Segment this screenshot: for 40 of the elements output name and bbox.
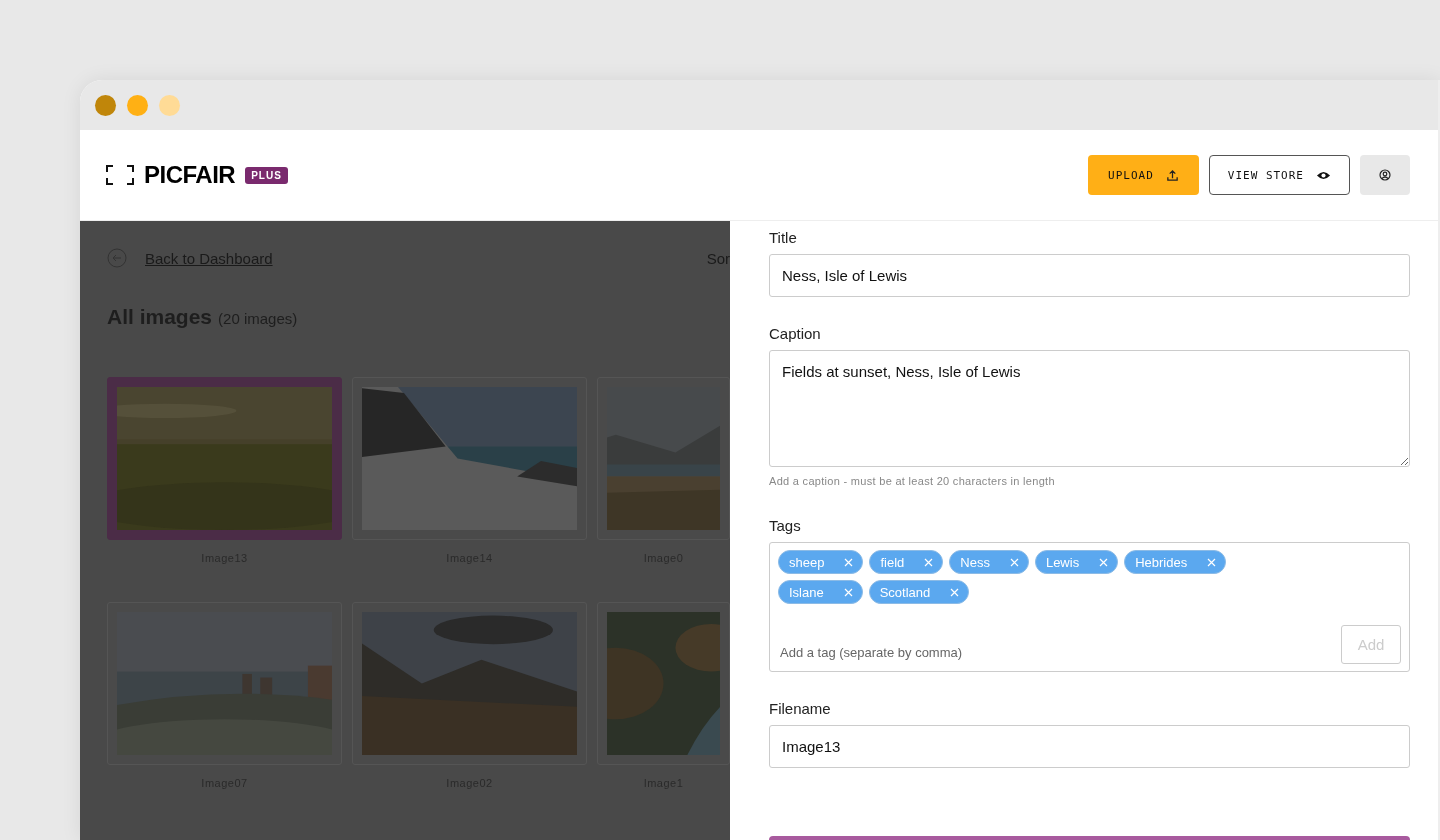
remove-icon[interactable] bbox=[1099, 557, 1109, 567]
filename-field[interactable]: Image13 bbox=[769, 725, 1410, 768]
remove-icon[interactable] bbox=[843, 587, 853, 597]
logo-icon bbox=[106, 165, 134, 185]
tag-chip[interactable]: Islane bbox=[778, 580, 863, 604]
remove-icon[interactable] bbox=[844, 557, 854, 567]
caption-field[interactable]: Fields at sunset, Ness, Isle of Lewis bbox=[769, 350, 1410, 467]
tag-chip[interactable]: field bbox=[869, 550, 944, 574]
field-label: Title bbox=[769, 229, 797, 246]
upload-button[interactable]: UPLOAD bbox=[1088, 155, 1199, 195]
tag-chip[interactable]: Scotland bbox=[868, 580, 970, 604]
remove-icon[interactable] bbox=[1009, 557, 1019, 567]
caption-hint: Add a caption - must be at least 20 characters in length bbox=[769, 475, 1055, 487]
image-card[interactable] bbox=[597, 377, 730, 540]
field-label: Tags bbox=[769, 517, 801, 534]
remove-icon[interactable] bbox=[950, 587, 960, 597]
tag-chip[interactable]: sheep bbox=[778, 550, 864, 574]
remove-icon[interactable] bbox=[1207, 557, 1217, 567]
minimize-dot[interactable] bbox=[127, 94, 148, 116]
user-icon bbox=[1379, 169, 1391, 181]
tag-chip[interactable]: Lewis bbox=[1034, 550, 1119, 574]
image-card[interactable] bbox=[107, 377, 342, 540]
title-field[interactable]: Ness, Isle of Lewis bbox=[769, 254, 1410, 297]
field-label: Caption bbox=[769, 325, 821, 342]
brand-name: PICFAIR bbox=[144, 161, 236, 189]
view-store-button[interactable]: VIEW STORE bbox=[1208, 155, 1350, 195]
close-dot[interactable] bbox=[95, 94, 116, 116]
tag-chip[interactable]: Ness bbox=[949, 550, 1029, 574]
image-card[interactable] bbox=[352, 377, 587, 540]
zoom-dot[interactable] bbox=[159, 94, 180, 116]
remove-icon[interactable] bbox=[924, 557, 934, 567]
account-button[interactable] bbox=[1360, 155, 1410, 195]
eye-icon bbox=[1316, 169, 1331, 181]
plus-badge: PLUS bbox=[245, 166, 288, 184]
field-label: Filename bbox=[769, 700, 831, 717]
image-card[interactable] bbox=[107, 602, 342, 765]
image-card[interactable] bbox=[597, 602, 730, 765]
tag-chip[interactable]: Hebrides bbox=[1124, 550, 1227, 574]
upload-icon bbox=[1165, 168, 1179, 182]
image-card[interactable] bbox=[352, 602, 587, 765]
